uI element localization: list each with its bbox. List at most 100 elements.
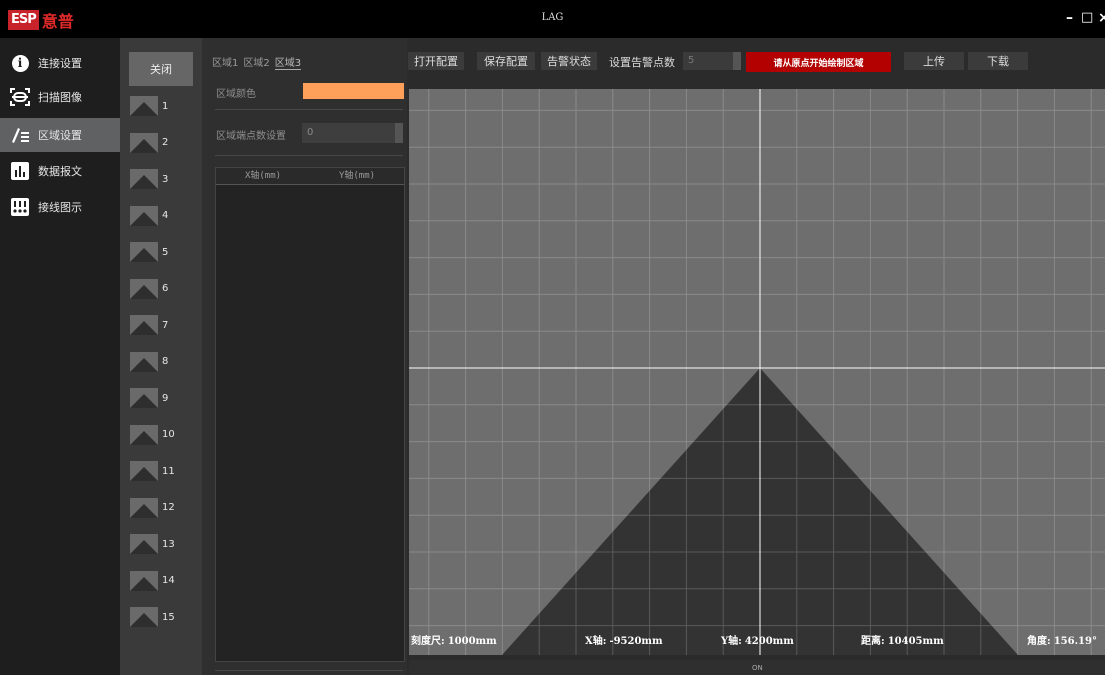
angle-label: 角度: xyxy=(1027,634,1051,647)
tab-region-2[interactable]: 区域2 xyxy=(243,54,269,70)
zone-item[interactable]: 1 xyxy=(130,95,168,117)
tab-region-1[interactable]: 区域1 xyxy=(212,54,238,70)
info-icon: i xyxy=(10,53,30,73)
spin-arrows-icon[interactable] xyxy=(395,123,403,143)
bottom-status-bar: ON xyxy=(409,660,1105,675)
zone-item[interactable]: 5 xyxy=(130,241,168,263)
region-drawing-canvas[interactable]: 刻度尺: 1000mm X轴: -9520mm Y轴: 4200mm 距离: 10405… xyxy=(409,89,1105,655)
draw-region-hint-button[interactable]: 请从原点开始绘制区域 xyxy=(746,52,891,72)
region-points-value: 0 xyxy=(307,127,314,138)
close-zones-button[interactable]: 关闭 xyxy=(129,52,193,86)
zone-thumbnail-icon xyxy=(130,351,158,372)
x-coordinate-value: -9520mm xyxy=(609,636,663,647)
zone-number: 4 xyxy=(162,210,169,221)
zone-item[interactable]: 12 xyxy=(130,497,175,519)
zone-item[interactable]: 10 xyxy=(130,424,175,446)
upload-button[interactable]: 上传 xyxy=(904,52,964,70)
zone-item[interactable]: 2 xyxy=(130,132,168,154)
zone-thumbnail-icon xyxy=(130,169,158,189)
zone-number: 6 xyxy=(162,283,169,294)
zone-thumbnail-icon xyxy=(130,132,158,153)
column-header-x: X轴(mm) xyxy=(244,171,282,181)
nav-item-label: 扫描图像 xyxy=(38,91,82,104)
zone-number: 2 xyxy=(162,137,169,148)
nav-item-label: 数据报文 xyxy=(38,165,82,178)
zone-number: 14 xyxy=(162,575,175,586)
zone-number: 8 xyxy=(162,356,169,367)
divider xyxy=(215,109,403,110)
nav-item-wiring[interactable]: 接线图示 xyxy=(0,190,120,224)
zone-number: 13 xyxy=(162,538,175,550)
zone-number: 1 xyxy=(162,100,169,112)
zone-thumbnail-icon xyxy=(130,388,158,408)
zone-thumbnail-icon xyxy=(130,242,158,262)
bottom-status-text: ON xyxy=(752,664,763,672)
alarm-points-label: 设置告警点数 xyxy=(609,56,675,69)
region-points-spinbox[interactable]: 0 xyxy=(302,123,403,143)
zone-item[interactable]: 11 xyxy=(130,460,175,482)
region-settings-panel: 区域1 区域2 区域3 区域颜色 区域端点数设置 0 X轴(mm) Y轴(mm) xyxy=(202,38,407,675)
download-button[interactable]: 下载 xyxy=(968,52,1028,70)
open-config-button[interactable]: 打开配置 xyxy=(408,52,464,70)
tab-region-3[interactable]: 区域3 xyxy=(274,54,302,70)
zone-number: 3 xyxy=(162,173,169,185)
nav-item-region-settings[interactable]: 区域设置 xyxy=(0,118,120,152)
minimize-button[interactable]: – xyxy=(1066,10,1073,26)
zone-item[interactable]: 13 xyxy=(130,533,175,555)
scale-label: 刻度尺: xyxy=(411,634,445,647)
zone-number: 15 xyxy=(162,611,175,623)
close-window-button[interactable]: × xyxy=(1098,10,1105,26)
wiring-icon xyxy=(10,197,30,217)
y-coordinate-label: Y轴: xyxy=(720,634,742,647)
zone-number: 5 xyxy=(162,246,169,258)
region-points-table[interactable]: X轴(mm) Y轴(mm) xyxy=(215,167,405,662)
zone-thumbnail-icon xyxy=(130,424,158,445)
zone-list-panel: 关闭 1 2 3 4 5 6 7 8 9 10 11 12 13 14 15 xyxy=(120,38,202,675)
zone-thumbnail-icon xyxy=(130,607,158,627)
maximize-button[interactable]: □ xyxy=(1081,10,1093,25)
zone-item[interactable]: 14 xyxy=(130,570,175,592)
divider xyxy=(215,155,403,156)
zone-number: 10 xyxy=(162,429,175,440)
nav-item-data-message[interactable]: 数据报文 xyxy=(0,154,120,188)
title-bar: ESP 意普 LAG – □ × xyxy=(0,0,1105,38)
zone-item[interactable]: 7 xyxy=(130,314,168,336)
column-header-y: Y轴(mm) xyxy=(338,171,376,181)
spin-arrows-icon[interactable] xyxy=(733,52,741,70)
zone-number: 12 xyxy=(162,502,175,513)
region-color-label: 区域颜色 xyxy=(216,89,256,100)
zone-thumbnail-icon xyxy=(130,278,158,299)
svg-text:刻度尺:1000mm: 刻度尺: 1000mm xyxy=(411,634,497,647)
nav-item-label: 区域设置 xyxy=(38,129,82,142)
zone-item[interactable]: 8 xyxy=(130,351,168,373)
zone-thumbnail-icon xyxy=(130,534,158,554)
zone-item[interactable]: 9 xyxy=(130,387,168,409)
nav-item-scan-image[interactable]: 扫描图像 xyxy=(0,80,120,114)
zone-item[interactable]: 3 xyxy=(130,168,168,190)
zone-number: 9 xyxy=(162,392,169,404)
bar-chart-icon xyxy=(10,161,30,181)
zone-thumbnail-icon xyxy=(130,461,158,481)
save-config-button[interactable]: 保存配置 xyxy=(477,52,535,70)
alarm-points-spinbox[interactable]: 5 xyxy=(683,52,741,70)
nav-item-label: 连接设置 xyxy=(38,57,82,70)
alarm-status-button[interactable]: 告警状态 xyxy=(541,52,597,70)
y-coordinate-value: 4200mm xyxy=(745,636,794,647)
zone-item[interactable]: 4 xyxy=(130,205,168,227)
zone-number: 7 xyxy=(162,319,169,331)
window-title: LAG xyxy=(541,12,564,23)
zone-item[interactable]: 6 xyxy=(130,278,168,300)
svg-text:角度:156.19°: 角度: 156.19° xyxy=(1027,634,1097,647)
zone-thumbnail-icon xyxy=(130,497,158,518)
region-tabs: 区域1 区域2 区域3 xyxy=(212,54,302,70)
region-color-swatch[interactable] xyxy=(303,83,404,99)
nav-item-connection[interactable]: i 连接设置 xyxy=(0,46,120,80)
divider xyxy=(215,670,403,671)
svg-text:Y轴:4200mm: Y轴: 4200mm xyxy=(720,634,794,647)
zone-thumbnail-icon xyxy=(130,570,158,591)
zone-item[interactable]: 15 xyxy=(130,606,175,628)
table-header: X轴(mm) Y轴(mm) xyxy=(216,168,404,185)
x-coordinate-label: X轴: xyxy=(585,634,606,647)
region-points-label: 区域端点数设置 xyxy=(216,131,286,142)
alarm-points-value: 5 xyxy=(688,55,695,66)
